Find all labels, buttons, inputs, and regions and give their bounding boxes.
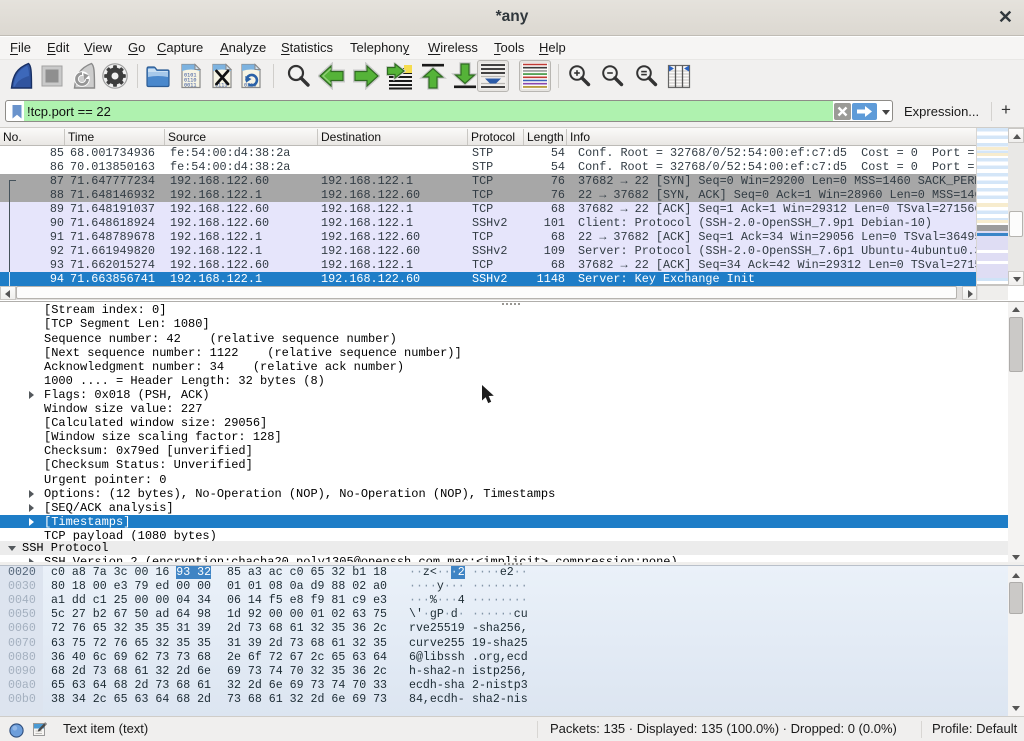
svg-text:0011: 0011: [184, 83, 196, 89]
